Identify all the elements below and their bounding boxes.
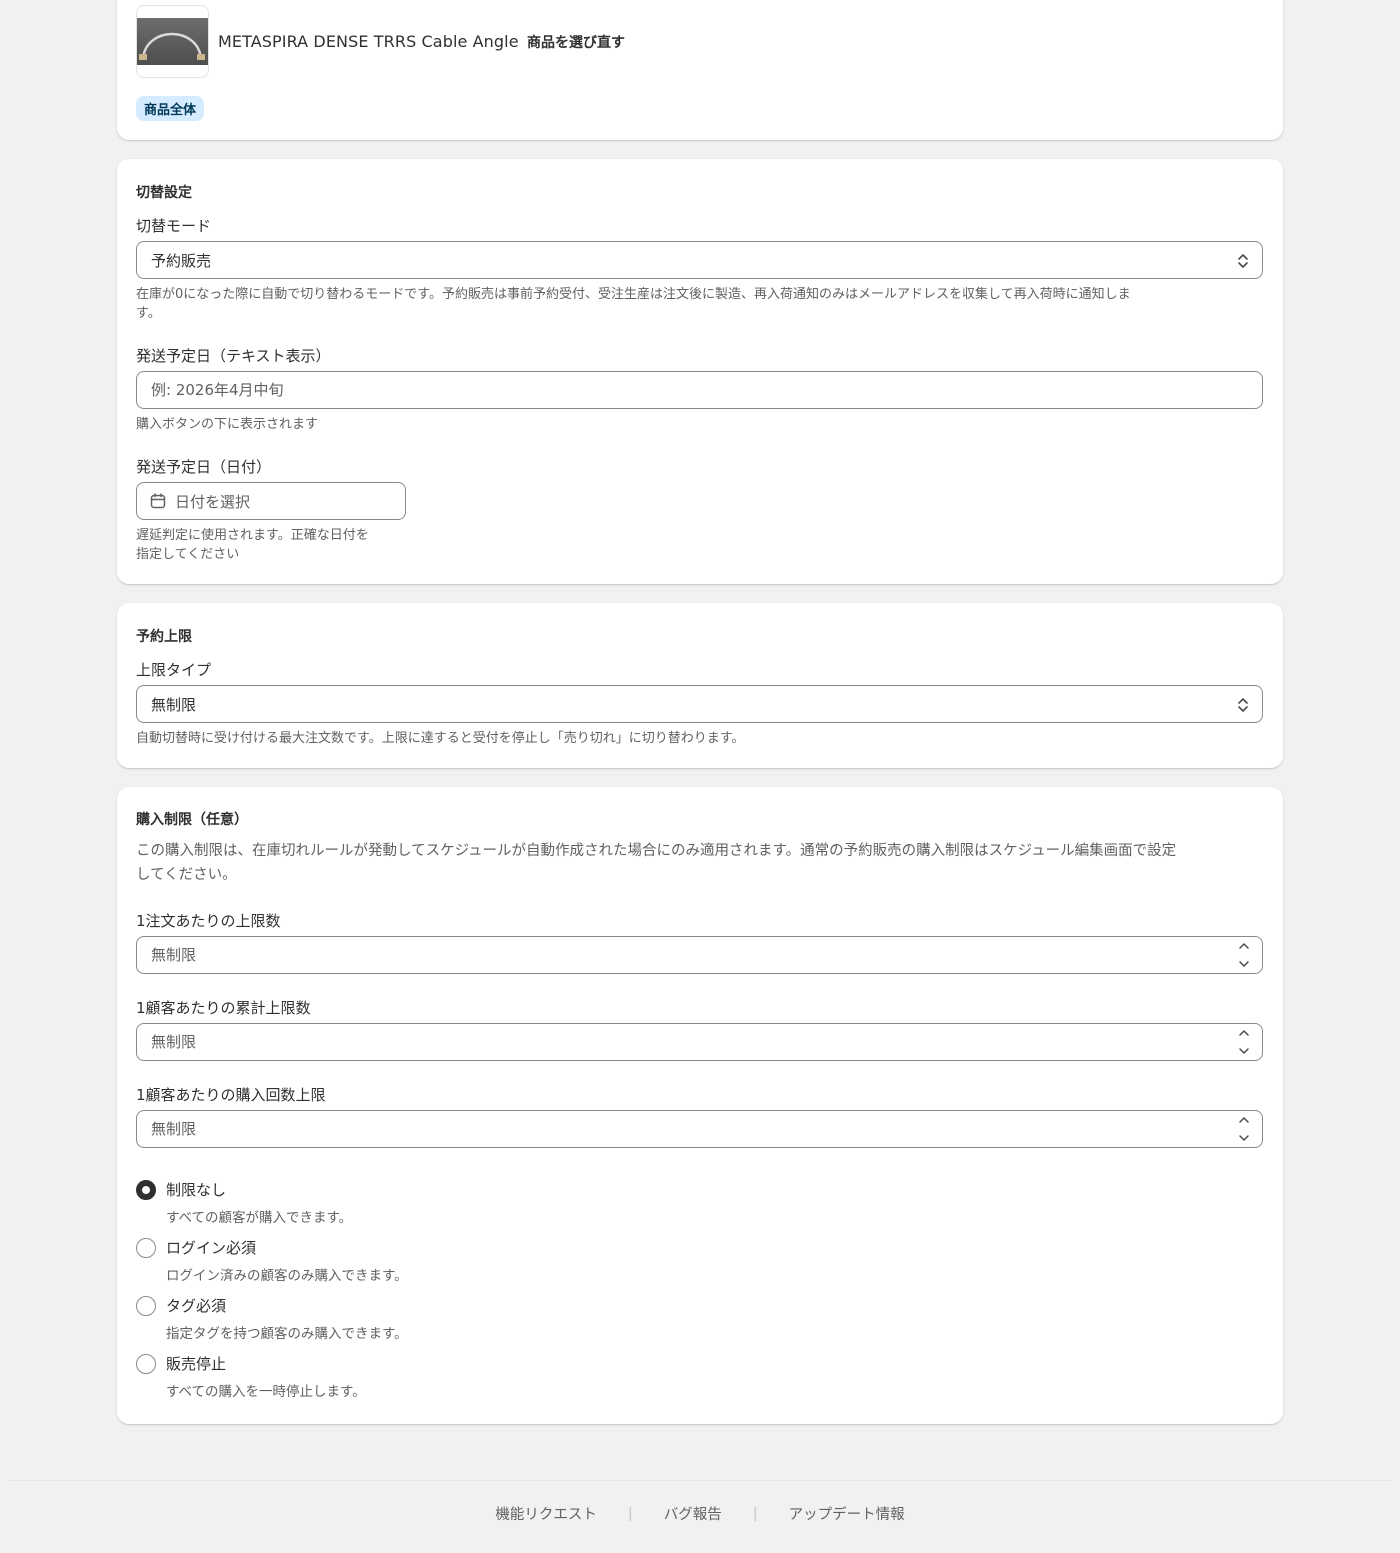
per-order-label: 1注文あたりの上限数 [136,912,281,930]
purchase-count-stepper[interactable] [1234,1115,1254,1143]
ship-date-picker[interactable]: 日付を選択 [136,482,406,520]
radio-tag-required[interactable]: タグ必須 [136,1295,226,1316]
purchase-count-field [136,1110,1263,1148]
radio-label: 制限なし [166,1181,227,1199]
reservation-limit-title: 予約上限 [136,629,192,645]
ship-date-placeholder: 日付を選択 [175,492,251,511]
ship-text-help: 購入ボタンの下に表示されます [136,417,319,432]
radio-help: すべての顧客が購入できます。 [166,1210,353,1226]
radio-sales-stopped[interactable]: 販売停止 [136,1353,226,1374]
footer-divider [8,1480,1392,1481]
chevron-up-icon[interactable] [1237,1115,1251,1125]
select-arrows-icon [1238,254,1248,268]
purchase-count-label: 1顧客あたりの購入回数上限 [136,1086,326,1104]
radio-help: ログイン済みの顧客のみ購入できます。 [166,1268,408,1284]
purchase-count-input[interactable] [151,1120,1248,1138]
updates-link[interactable]: アップデート情報 [789,1503,905,1524]
product-card: METASPIRA DENSE TRRS Cable Angle 商品を選び直す… [117,0,1283,140]
radio-help: すべての購入を一時停止します。 [166,1384,366,1400]
per-customer-field [136,1023,1263,1061]
ship-text-input[interactable] [151,381,1248,399]
limit-type-select[interactable]: 無制限 [136,685,1263,723]
limit-type-help: 自動切替時に受け付ける最大注文数です。上限に達すると受付を停止し「売り切れ」に切… [136,731,745,746]
ship-date-label: 発送予定日（日付） [136,458,272,476]
ship-text-label: 発送予定日（テキスト表示） [136,347,331,365]
radio-help: 指定タグを持つ顧客のみ購入できます。 [166,1326,408,1342]
chevron-down-icon[interactable] [1237,1133,1251,1143]
switch-mode-select[interactable]: 予約販売 [136,241,1263,279]
purchase-limit-description-1: この購入制限は、在庫切れルールが発動してスケジュールが自動作成された場合にのみ適… [136,843,1177,859]
switch-settings-card: 切替設定 切替モード 予約販売 在庫が0になった際に自動で切り替わるモードです。… [117,159,1283,584]
switch-mode-label: 切替モード [136,217,212,235]
select-arrows-icon [1238,698,1248,712]
cable-image [137,18,208,65]
switch-mode-help-1: 在庫が0になった際に自動で切り替わるモードです。予約販売は事前予約受付、受注生産… [136,287,1131,302]
per-order-stepper[interactable] [1234,941,1254,969]
per-customer-label: 1顧客あたりの累計上限数 [136,999,311,1017]
limit-type-value: 無制限 [151,695,197,714]
scope-badge: 商品全体 [136,96,205,121]
radio-label: ログイン必須 [166,1239,257,1257]
switch-mode-value: 予約販売 [151,251,212,270]
ship-date-help-2: 指定してください [136,547,240,562]
radio-button[interactable] [136,1237,156,1258]
chevron-down-icon[interactable] [1237,959,1251,969]
ship-date-help-1: 遅延判定に使用されます。正確な日付を [136,528,369,543]
per-customer-stepper[interactable] [1234,1028,1254,1056]
footer: 機能リクエスト | バグ報告 | アップデート情報 [0,1503,1400,1524]
reservation-limit-card: 予約上限 上限タイプ 無制限 自動切替時に受け付ける最大注文数です。上限に達する… [117,603,1283,768]
radio-button[interactable] [136,1353,156,1374]
radio-no-limit[interactable]: 制限なし [136,1179,226,1200]
switch-settings-title: 切替設定 [136,185,192,201]
radio-button[interactable] [136,1295,156,1316]
purchase-limit-card: 購入制限（任意） この購入制限は、在庫切れルールが発動してスケジュールが自動作成… [117,787,1283,1424]
per-order-input[interactable] [151,946,1248,964]
product-thumbnail [136,5,209,78]
limit-type-label: 上限タイプ [136,661,212,679]
purchase-limit-description-2: してください。 [136,867,237,883]
radio-label: 販売停止 [166,1355,227,1373]
chevron-down-icon[interactable] [1237,1046,1251,1056]
bug-report-link[interactable]: バグ報告 [664,1503,722,1524]
footer-separator: | [752,1505,758,1522]
radio-label: タグ必須 [166,1297,227,1315]
radio-button[interactable] [136,1179,156,1200]
footer-separator: | [627,1505,633,1522]
chevron-up-icon[interactable] [1237,1028,1251,1038]
chevron-up-icon[interactable] [1237,941,1251,951]
ship-text-input-wrap [136,371,1263,409]
radio-login-required[interactable]: ログイン必須 [136,1237,256,1258]
per-order-field [136,936,1263,974]
switch-mode-help-2: す。 [136,306,161,321]
product-title: METASPIRA DENSE TRRS Cable Angle [218,32,519,51]
reselect-product-button[interactable]: 商品を選び直す [527,32,625,52]
per-customer-input[interactable] [151,1033,1248,1051]
purchase-limit-title: 購入制限（任意） [136,812,248,828]
feature-request-link[interactable]: 機能リクエスト [495,1503,597,1524]
calendar-icon [150,493,166,509]
